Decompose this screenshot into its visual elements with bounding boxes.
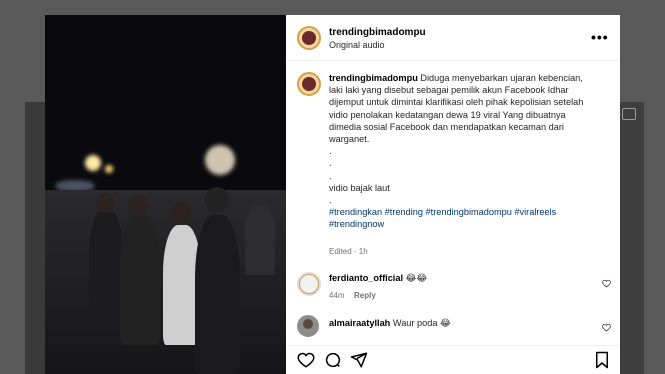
person-hoodie: [195, 215, 240, 374]
caption-line: laki laki yang disebut sebagai pemilik a…: [329, 85, 569, 96]
post-actions-bar: [286, 345, 620, 374]
commenter-avatar[interactable]: [297, 315, 319, 337]
caption-dot: .: [329, 146, 332, 157]
post-modal: trendingbimadompu Original audio ••• tre…: [45, 15, 620, 374]
video-icon: [622, 108, 636, 120]
comment-body: 😂😂: [405, 273, 428, 283]
author-username[interactable]: trendingbimadompu: [329, 27, 426, 38]
person: [89, 210, 123, 320]
person-head: [97, 193, 115, 213]
comment-2: almairaatyllah Waur poda 😂: [329, 318, 451, 329]
person: [120, 215, 160, 345]
comment-time: 44m: [329, 291, 345, 300]
audio-label[interactable]: Original audio: [329, 40, 385, 50]
comment-body: Waur poda 😂: [392, 318, 451, 328]
heart-icon[interactable]: [602, 279, 611, 288]
caption-dot: .: [329, 158, 332, 169]
caption-line: dimedia sosial Facebook dan mendapatkan …: [329, 121, 564, 132]
background-video-right: [620, 102, 644, 374]
caption-dot: .: [329, 195, 332, 206]
person-head: [205, 187, 229, 213]
hashtags-line[interactable]: #trendingkan #trending #trendingbimadomp…: [329, 206, 599, 218]
comment-username[interactable]: almairaatyllah: [329, 318, 390, 328]
comment-icon[interactable]: [324, 351, 342, 369]
share-icon[interactable]: [350, 351, 368, 369]
background-video-left: [25, 102, 45, 374]
street-light: [85, 155, 101, 171]
post-details-panel: trendingbimadompu Original audio ••• tre…: [286, 15, 620, 374]
post-video[interactable]: [45, 15, 286, 374]
caption-line: vidio bajak laut: [329, 182, 390, 193]
caption-avatar[interactable]: [297, 72, 321, 96]
heart-icon[interactable]: [602, 323, 611, 332]
author-avatar[interactable]: [297, 26, 321, 50]
caption-line: vidio penolakan kedatangan dewa 19 viral…: [329, 109, 566, 120]
caption-dot: .: [329, 170, 332, 181]
street-light: [105, 165, 113, 173]
bookmark-icon[interactable]: [594, 351, 610, 369]
street-light: [205, 145, 235, 175]
person-head: [171, 201, 191, 223]
comment-username[interactable]: ferdianto_official: [329, 273, 403, 283]
post-header: trendingbimadompu Original audio •••: [286, 15, 620, 61]
hashtags-line[interactable]: #trendingnow: [329, 218, 599, 230]
heart-icon[interactable]: [297, 351, 315, 369]
comment-1: ferdianto_official 😂😂: [329, 273, 427, 284]
caption-line: Diduga menyebarkan ujaran kebencian,: [420, 73, 583, 83]
caption-line: dijemput untuk dimintai klarifikasi oleh…: [329, 97, 584, 108]
edited-timestamp: Edited · 1h: [329, 247, 368, 256]
person-head: [128, 195, 148, 217]
caption-line: warganet.: [329, 134, 370, 145]
caption-username[interactable]: trendingbimadompu: [329, 73, 418, 83]
person: [245, 205, 275, 275]
more-options-button[interactable]: •••: [591, 29, 609, 45]
commenter-avatar[interactable]: [297, 272, 321, 296]
reply-button[interactable]: Reply: [354, 291, 376, 300]
post-caption: trendingbimadompu Diduga menyebarkan uja…: [329, 72, 599, 231]
